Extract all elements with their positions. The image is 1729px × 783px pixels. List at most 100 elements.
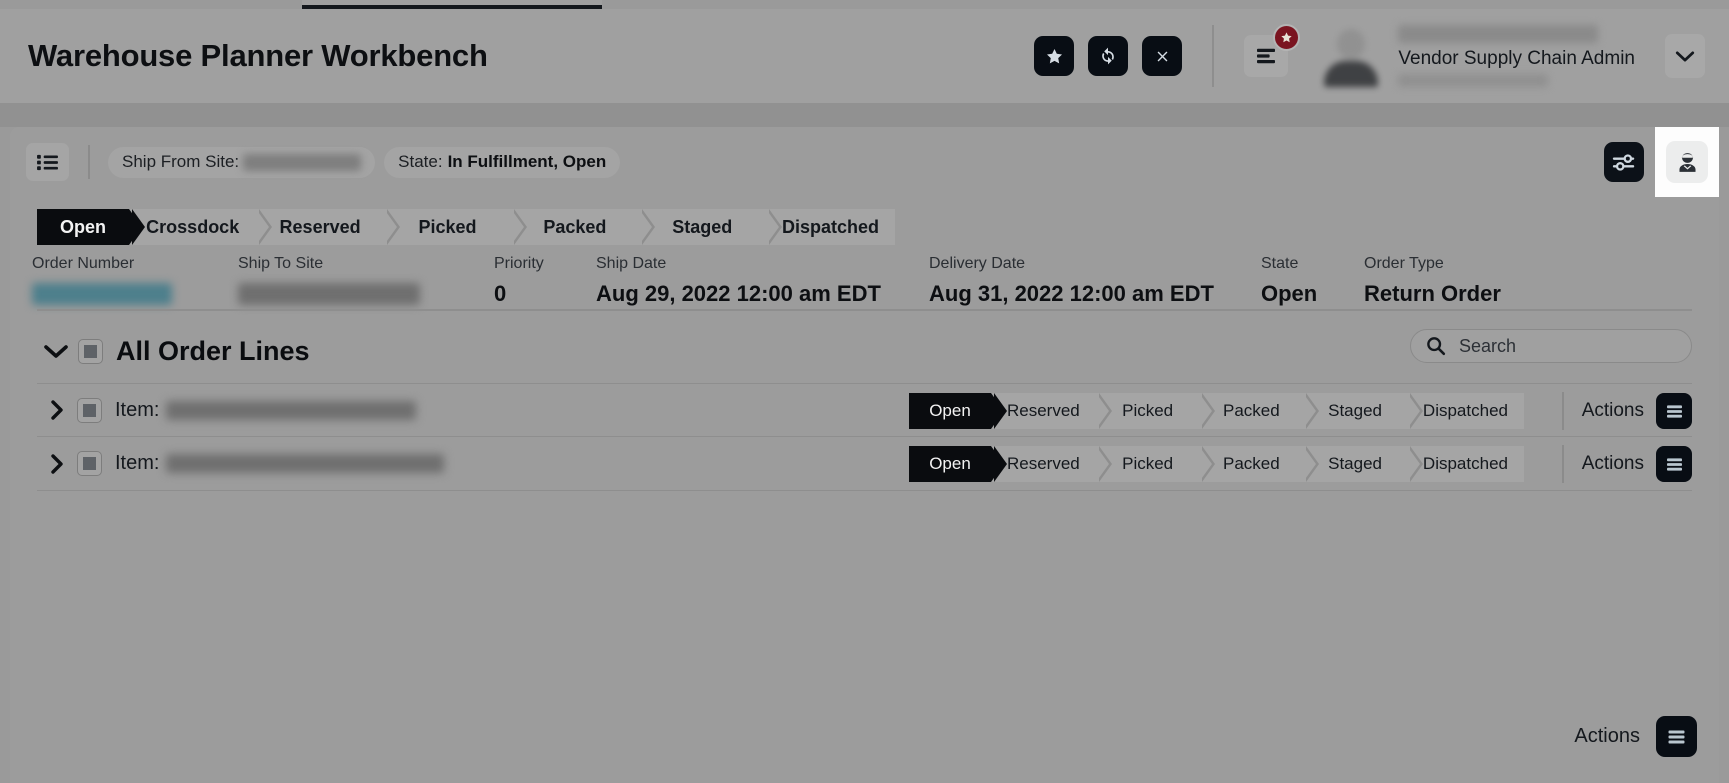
user-menu-button[interactable] (1665, 34, 1705, 78)
stage-staged[interactable]: Staged (639, 209, 766, 245)
close-icon (1154, 48, 1171, 65)
page-title: Warehouse Planner Workbench (28, 38, 488, 74)
filter-bar-right-tools (1604, 127, 1719, 197)
row-expand-toggle[interactable] (37, 454, 77, 474)
filter-settings-button[interactable] (1604, 142, 1644, 182)
field-label: Order Type (1364, 254, 1501, 275)
field-ship-date: Ship Date Aug 29, 2022 12:00 am EDT (596, 254, 881, 307)
field-label: Order Number (32, 254, 172, 275)
select-all-checkbox[interactable] (78, 339, 103, 364)
search-placeholder: Search (1459, 336, 1516, 357)
user-subtext-redacted (1398, 74, 1548, 87)
hamburger-menu-icon (1665, 404, 1684, 419)
row-actions-button[interactable] (1656, 393, 1692, 429)
checkbox-indeterminate-mark (84, 345, 97, 358)
chevron-right-icon (50, 400, 64, 420)
field-state: State Open (1261, 254, 1317, 307)
star-icon (1045, 47, 1064, 66)
row-stage-pipeline: Open Reserved Picked Packed Staged Dispa… (909, 446, 1524, 482)
browser-tab-active[interactable] (302, 0, 602, 9)
user-role: Vendor Supply Chain Admin (1398, 47, 1635, 71)
content-card: Ship From Site: State: In Fulfillment, O… (10, 127, 1719, 783)
row-checkbox[interactable] (77, 451, 102, 476)
chevron-down-icon (1675, 50, 1695, 63)
row-stage-dispatched[interactable]: Dispatched (1407, 393, 1524, 429)
worker-view-button[interactable] (1666, 141, 1708, 183)
refresh-button[interactable] (1088, 36, 1128, 76)
refresh-icon (1098, 46, 1118, 66)
field-value: Return Order (1364, 281, 1501, 307)
stage-open[interactable]: Open (37, 209, 129, 245)
field-value: 0 (494, 281, 544, 307)
app-header: Warehouse Planner Workbench (0, 9, 1729, 103)
footer-actions-label: Actions (1574, 725, 1640, 748)
table-row[interactable]: Item: Open Reserved Picked Packed Staged… (37, 383, 1692, 437)
row-item-label: Item: (115, 452, 159, 475)
row-actions-divider (1562, 445, 1564, 483)
browser-tab-strip (0, 0, 1729, 9)
row-actions-group: Actions (1562, 437, 1692, 491)
filter-chip-ship-from-site[interactable]: Ship From Site: (108, 147, 375, 178)
order-lines-section-header: All Order Lines Search (10, 323, 1719, 379)
app-page: Warehouse Planner Workbench (0, 0, 1729, 783)
row-actions-group: Actions (1562, 384, 1692, 438)
favorite-button[interactable] (1034, 36, 1074, 76)
stage-crossdock[interactable]: Crossdock (129, 209, 256, 245)
order-lines-search[interactable]: Search (1410, 329, 1692, 363)
checkbox-indeterminate-mark (83, 457, 96, 470)
avatar[interactable] (1318, 25, 1384, 87)
row-checkbox[interactable] (77, 398, 102, 423)
list-view-icon (36, 153, 59, 172)
header-divider (1212, 25, 1214, 87)
order-lines-expand-toggle[interactable] (34, 343, 78, 359)
filter-divider (88, 145, 90, 179)
row-item-label: Item: (115, 399, 159, 422)
field-value-redacted[interactable] (32, 283, 172, 305)
filter-chip-value-redacted (243, 154, 361, 171)
field-label: State (1261, 254, 1317, 275)
field-ship-to-site: Ship To Site (238, 254, 420, 305)
order-detail-fields: Order Number Ship To Site Priority 0 Shi… (10, 254, 1719, 316)
row-stage-open[interactable]: Open (909, 393, 991, 429)
sliders-settings-icon (1612, 152, 1637, 173)
field-label: Delivery Date (929, 254, 1214, 275)
star-badge-icon (1280, 31, 1293, 44)
row-actions-label: Actions (1582, 400, 1644, 422)
filter-chip-label: State: (398, 152, 442, 172)
detail-separator (37, 309, 1692, 311)
row-item-value-redacted (166, 454, 444, 473)
field-label: Ship To Site (238, 254, 420, 275)
field-value: Aug 29, 2022 12:00 am EDT (596, 281, 881, 307)
footer-actions-group: Actions (1574, 716, 1697, 757)
header-content-gap (0, 103, 1729, 127)
order-lines-list: Item: Open Reserved Picked Packed Staged… (37, 383, 1692, 491)
field-label: Priority (494, 254, 544, 275)
order-lines-title: All Order Lines (116, 336, 310, 367)
filter-chip-value: In Fulfillment, Open (448, 152, 607, 172)
row-stage-pipeline: Open Reserved Picked Packed Staged Dispa… (909, 393, 1524, 429)
worker-person-icon (1675, 150, 1700, 175)
list-view-button[interactable] (26, 143, 69, 181)
row-stage-dispatched[interactable]: Dispatched (1407, 446, 1524, 482)
field-order-type: Order Type Return Order (1364, 254, 1501, 307)
field-value: Open (1261, 281, 1317, 307)
row-expand-toggle[interactable] (37, 400, 77, 420)
hamburger-menu-icon (1666, 729, 1687, 745)
close-button[interactable] (1142, 36, 1182, 76)
stage-packed[interactable]: Packed (511, 209, 638, 245)
row-item-value-redacted (166, 401, 416, 420)
field-order-number: Order Number (32, 254, 172, 305)
row-stage-open[interactable]: Open (909, 446, 991, 482)
footer-actions-button[interactable] (1656, 716, 1697, 757)
avatar-body (1324, 61, 1378, 87)
row-actions-button[interactable] (1656, 446, 1692, 482)
stage-dispatched[interactable]: Dispatched (766, 209, 895, 245)
checkbox-indeterminate-mark (83, 404, 96, 417)
table-row[interactable]: Item: Open Reserved Picked Packed Staged… (37, 437, 1692, 491)
filter-chip-state[interactable]: State: In Fulfillment, Open (384, 147, 620, 178)
stage-reserved[interactable]: Reserved (256, 209, 383, 245)
field-priority: Priority 0 (494, 254, 544, 307)
row-actions-divider (1562, 392, 1564, 430)
hamburger-menu-icon (1255, 47, 1277, 65)
stage-picked[interactable]: Picked (384, 209, 511, 245)
